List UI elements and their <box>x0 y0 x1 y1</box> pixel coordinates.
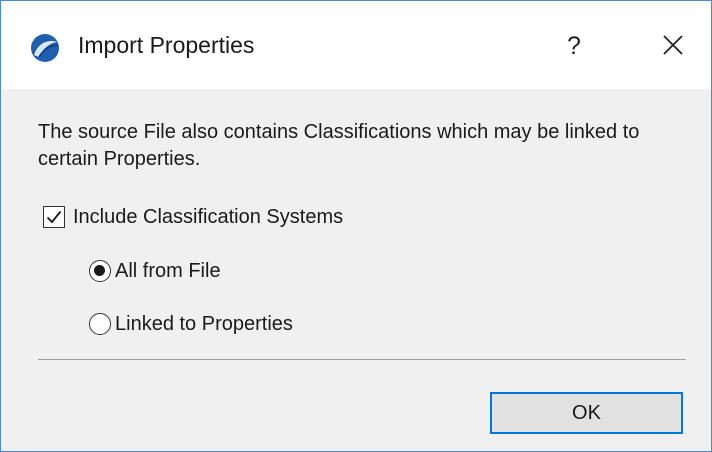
radio-linked-to-properties-row[interactable]: Linked to Properties <box>89 311 293 337</box>
dialog-title: Import Properties <box>78 32 255 58</box>
ok-button[interactable]: OK <box>490 392 683 434</box>
radio-linked-to-properties[interactable] <box>89 313 111 335</box>
close-button[interactable] <box>653 25 693 65</box>
title-bar: Import Properties ? <box>1 1 711 89</box>
radio-all-from-file-row[interactable]: All from File <box>89 258 221 284</box>
radio-linked-to-properties-label: Linked to Properties <box>115 312 293 335</box>
radio-all-from-file[interactable] <box>89 260 111 282</box>
include-classification-checkbox-row[interactable]: Include Classification Systems <box>43 204 343 230</box>
close-icon <box>663 35 683 55</box>
message-text: The source File also contains Classifica… <box>38 121 640 170</box>
help-button[interactable]: ? <box>549 21 599 71</box>
import-properties-dialog: Import Properties ? The source File also… <box>0 0 712 452</box>
divider <box>38 359 686 360</box>
checkmark-icon <box>46 210 62 224</box>
dialog-body: The source File also contains Classifica… <box>1 89 711 451</box>
archicad-logo-icon <box>31 34 59 62</box>
include-classification-label: Include Classification Systems <box>73 205 344 228</box>
radio-all-from-file-label: All from File <box>115 259 221 282</box>
include-classification-checkbox[interactable] <box>43 206 65 228</box>
